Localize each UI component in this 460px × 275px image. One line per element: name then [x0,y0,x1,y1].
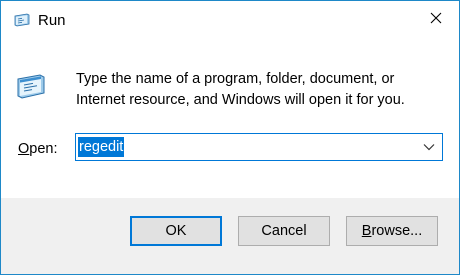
title-bar[interactable]: Run [1,1,459,41]
open-label-rest: pen: [29,141,58,157]
button-bar: OK Cancel Browse... [1,198,459,274]
browse-button[interactable]: Browse... [346,216,438,246]
open-label-accelerator: O [18,141,30,157]
run-dialog: Run Type the name of a program, folder, … [0,0,460,275]
cancel-button[interactable]: Cancel [238,216,330,246]
close-button[interactable] [413,1,459,39]
close-icon [430,11,442,29]
open-input[interactable]: regedit [78,137,125,157]
run-app-icon [12,11,32,31]
chevron-down-icon [423,138,435,156]
open-combobox[interactable]: regedit [75,133,443,161]
dropdown-button[interactable] [420,138,438,156]
browse-accelerator: B [361,223,372,239]
description-text: Type the name of a program, folder, docu… [76,71,405,108]
browse-label-rest: rowse... [371,223,423,239]
run-app-icon [15,71,47,103]
ok-button[interactable]: OK [130,216,222,246]
window-title: Run [38,12,66,29]
open-label: Open: [18,139,58,159]
dialog-body: Type the name of a program, folder, docu… [1,41,459,198]
